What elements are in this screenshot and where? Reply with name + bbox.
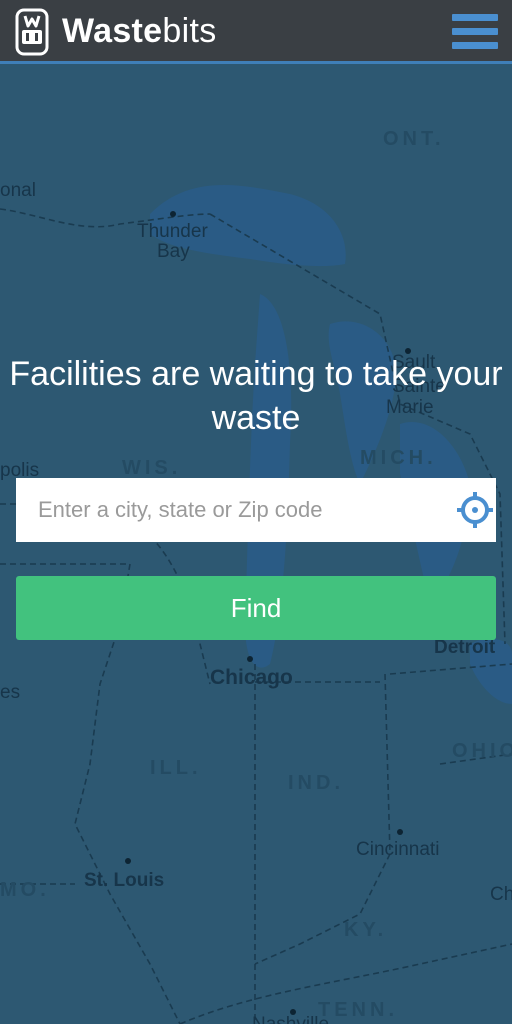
map-label-wis: WIS. bbox=[122, 457, 182, 479]
map-label-st-louis: St. Louis bbox=[84, 870, 165, 891]
map-label-onal: onal bbox=[0, 180, 36, 201]
map-label-ind: IND. bbox=[288, 772, 344, 794]
map-graphic bbox=[0, 64, 512, 1024]
map-background: Thunder Bay Sault Sainte Marie Chicago D… bbox=[0, 64, 512, 1024]
map-label-detroit: Detroit bbox=[434, 637, 496, 658]
location-search-input[interactable] bbox=[16, 478, 436, 542]
brand-name-strong: Waste bbox=[62, 12, 163, 50]
map-label-chicago: Chicago bbox=[210, 666, 293, 689]
menu-bar bbox=[452, 42, 498, 49]
map-label-ky: KY. bbox=[344, 919, 388, 941]
map-label-ill: ILL. bbox=[150, 757, 202, 779]
map-label-mich: MICH. bbox=[360, 447, 437, 469]
map-label-cincinnati: Cincinnati bbox=[356, 839, 440, 860]
hamburger-menu-icon[interactable] bbox=[452, 14, 498, 50]
map-label-ont: ONT. bbox=[383, 128, 445, 150]
map-label-thunder-bay-2: Bay bbox=[157, 241, 190, 262]
top-navbar: Wastebits bbox=[0, 0, 512, 64]
map-label-es: es bbox=[0, 682, 21, 703]
hero-headline: Facilities are waiting to take your wast… bbox=[9, 355, 503, 437]
map-label-ohio: OHIO bbox=[452, 740, 512, 762]
menu-bar bbox=[452, 28, 498, 35]
map-label-ch: Ch bbox=[490, 884, 512, 905]
map-label-tenn: TENN. bbox=[318, 999, 398, 1021]
wastebits-logo-icon[interactable] bbox=[15, 8, 49, 56]
brand-name-light: bits bbox=[162, 12, 217, 50]
map-label-mo: MO. bbox=[0, 879, 50, 901]
crosshair-locate-icon[interactable] bbox=[456, 491, 494, 529]
brand-name[interactable]: Wastebits bbox=[62, 12, 217, 51]
menu-bar bbox=[452, 14, 498, 21]
map-label-thunder-bay-1: Thunder bbox=[137, 221, 208, 242]
location-search-box bbox=[16, 478, 496, 542]
find-button[interactable]: Find bbox=[16, 576, 496, 640]
